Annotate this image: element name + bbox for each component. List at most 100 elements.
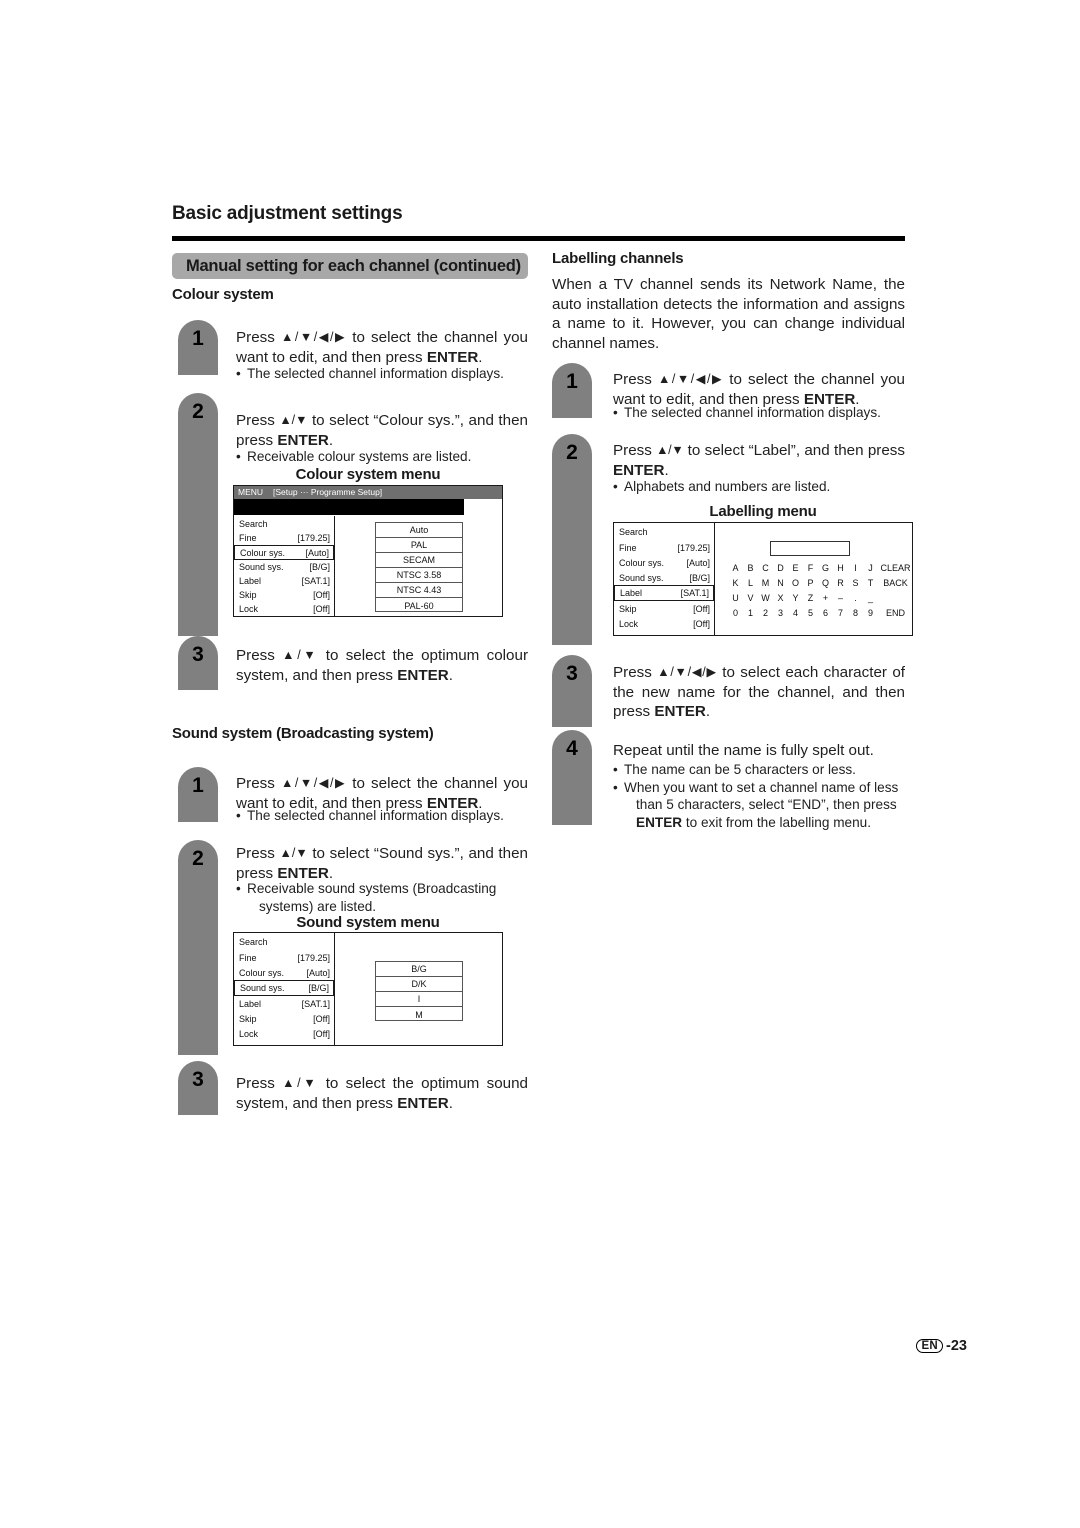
osd-row-label[interactable]: Label [SAT.1] (614, 585, 714, 601)
bullet-continuation: ENTER to exit from the labelling menu. (613, 814, 910, 832)
osd-row-value: [Auto] (686, 557, 710, 568)
char-key-1[interactable]: 1 (744, 606, 757, 621)
osd-row-fine[interactable]: Fine [179.25] (234, 950, 334, 965)
char-key-3[interactable]: 3 (774, 606, 787, 621)
char-key-L[interactable]: L (744, 576, 757, 591)
osd-row-search[interactable]: Search (234, 934, 334, 950)
char-key-S[interactable]: S (849, 576, 862, 591)
option-auto[interactable]: Auto (376, 523, 462, 538)
char-key-A[interactable]: A (729, 561, 742, 576)
step-text-tail: . (448, 1094, 453, 1112)
char-key-G[interactable]: G (819, 561, 832, 576)
char-key-underscore[interactable]: _ (864, 591, 877, 606)
char-key-2[interactable]: 2 (759, 606, 772, 621)
char-key-5[interactable]: 5 (804, 606, 817, 621)
char-key-E[interactable]: E (789, 561, 802, 576)
option-m[interactable]: M (376, 1007, 462, 1022)
char-key-clear[interactable]: CLEAR (879, 561, 912, 576)
char-key-6[interactable]: 6 (819, 606, 832, 621)
option-pal-60[interactable]: PAL-60 (376, 598, 462, 613)
step-bullets-4-label: The name can be 5 characters or less. Wh… (613, 761, 910, 831)
step-text-lead: Press (613, 371, 658, 388)
option-label: NTSC 3.58 (396, 570, 442, 580)
char-key-M[interactable]: M (759, 576, 772, 591)
osd-row-label[interactable]: Label [SAT.1] (234, 996, 334, 1011)
osd-row-colour-sys[interactable]: Colour sys. [Auto] (614, 555, 714, 570)
step-text-lead: Press (613, 442, 657, 459)
osd-row-lock[interactable]: Lock [Off] (234, 602, 334, 616)
char-key-Q[interactable]: Q (819, 576, 832, 591)
osd-row-search[interactable]: Search (614, 524, 714, 540)
arrow-keys-glyph: ▲/▼ (282, 648, 319, 662)
step-text-3-sound: Press ▲/▼ to select the optimum sound sy… (236, 1074, 528, 1113)
step-text-tail: . (328, 431, 334, 449)
bullet: The selected channel information display… (236, 807, 528, 825)
char-key-O[interactable]: O (789, 576, 802, 591)
bullet-continuation: systems) are listed. (259, 898, 377, 914)
osd-row-search[interactable]: Search (234, 517, 334, 531)
char-key-8[interactable]: 8 (849, 606, 862, 621)
option-label: SECAM (402, 555, 435, 565)
step-marker-3-colour: 3 (178, 636, 218, 690)
osd-row-lock[interactable]: Lock [Off] (234, 1026, 334, 1041)
option-dk[interactable]: D/K (376, 977, 462, 992)
char-key-7[interactable]: 7 (834, 606, 847, 621)
step-bullets-1-sound: The selected channel information display… (236, 807, 528, 825)
option-ntsc-443[interactable]: NTSC 4.43 (376, 583, 462, 598)
char-key-K[interactable]: K (729, 576, 742, 591)
osd-row-colour-sys[interactable]: Colour sys. [Auto] (234, 965, 334, 980)
step-number: 3 (192, 643, 204, 666)
osd-row-value: [Off] (313, 590, 330, 600)
option-i[interactable]: I (376, 992, 462, 1007)
osd-row-lock[interactable]: Lock [Off] (614, 616, 714, 631)
step-text-lead: Press (236, 412, 280, 429)
osd-row-sound-sys[interactable]: Sound sys. [B/G] (614, 570, 714, 585)
osd-row-skip[interactable]: Skip [Off] (234, 1011, 334, 1026)
char-key-T[interactable]: T (864, 576, 877, 591)
char-key-Y[interactable]: Y (789, 591, 802, 606)
step-marker-1-sound: 1 (178, 767, 218, 822)
option-bg[interactable]: B/G (376, 962, 462, 977)
char-key-D[interactable]: D (774, 561, 787, 576)
char-key-R[interactable]: R (834, 576, 847, 591)
osd-row-sound-sys[interactable]: Sound sys. [B/G] (234, 560, 334, 574)
option-ntsc-358[interactable]: NTSC 3.58 (376, 568, 462, 583)
option-secam[interactable]: SECAM (376, 553, 462, 568)
char-key-back[interactable]: BACK (879, 576, 912, 591)
step-text-lead: Press (236, 329, 281, 346)
char-key-X[interactable]: X (774, 591, 787, 606)
char-key-Z[interactable]: Z (804, 591, 817, 606)
option-pal[interactable]: PAL (376, 538, 462, 553)
char-key-H[interactable]: H (834, 561, 847, 576)
option-label: D/K (411, 979, 427, 989)
osd-row-label[interactable]: Label [SAT.1] (234, 574, 334, 588)
char-key-B[interactable]: B (744, 561, 757, 576)
char-key-N[interactable]: N (774, 576, 787, 591)
char-key-I[interactable]: I (849, 561, 862, 576)
osd-row-value: [Off] (313, 604, 330, 614)
bullet: The name can be 5 characters or less. (613, 761, 910, 779)
osd-row-fine[interactable]: Fine [179.25] (234, 531, 334, 545)
char-key-V[interactable]: V (744, 591, 757, 606)
char-key-9[interactable]: 9 (864, 606, 877, 621)
enter-key-label: ENTER (397, 1094, 449, 1112)
osd-row-skip[interactable]: Skip [Off] (234, 588, 334, 602)
char-key-minus[interactable]: – (834, 591, 847, 606)
char-key-end[interactable]: END (879, 606, 912, 621)
char-key-J[interactable]: J (864, 561, 877, 576)
osd-row-fine[interactable]: Fine [179.25] (614, 540, 714, 555)
channel-name-input[interactable] (770, 541, 850, 556)
char-key-4[interactable]: 4 (789, 606, 802, 621)
char-key-F[interactable]: F (804, 561, 817, 576)
char-key-C[interactable]: C (759, 561, 772, 576)
osd-row-skip[interactable]: Skip [Off] (614, 601, 714, 616)
char-key-W[interactable]: W (759, 591, 772, 606)
char-key-U[interactable]: U (729, 591, 742, 606)
osd-row-sound-sys[interactable]: Sound sys. [B/G] (234, 980, 334, 996)
char-key-plus[interactable]: + (819, 591, 832, 606)
char-key-0[interactable]: 0 (729, 606, 742, 621)
osd-row-colour-sys[interactable]: Colour sys. [Auto] (234, 545, 334, 560)
step-marker-2-sound: 2 (178, 840, 218, 1055)
char-key-period[interactable]: . (849, 591, 862, 606)
char-key-P[interactable]: P (804, 576, 817, 591)
